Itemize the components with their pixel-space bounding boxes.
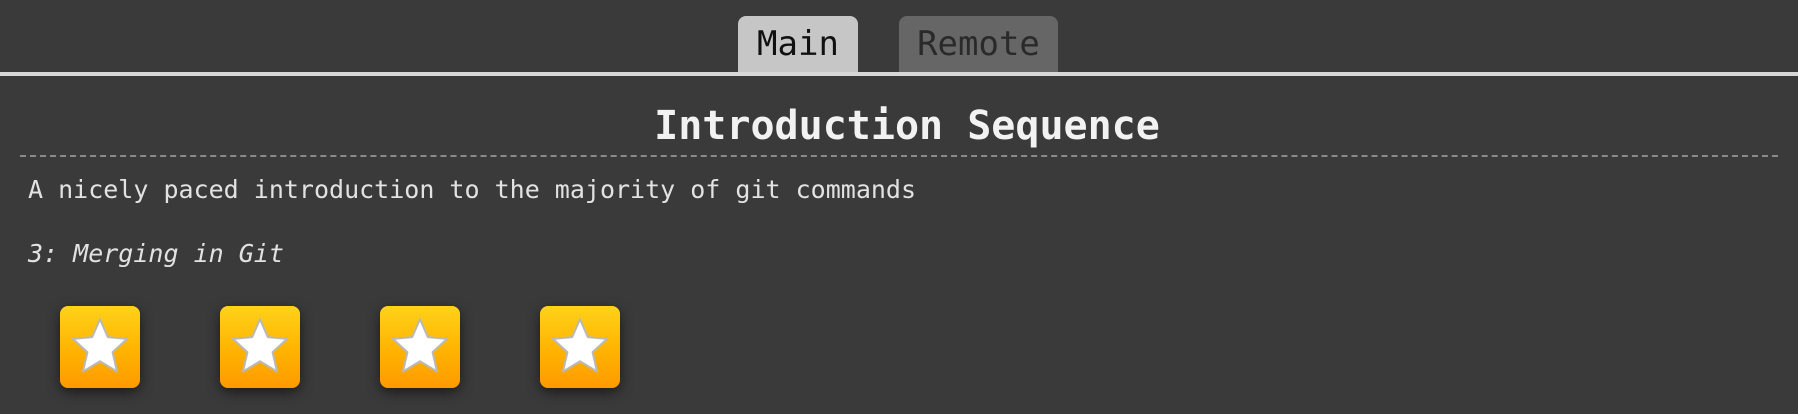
level-button-3[interactable] — [380, 306, 460, 388]
star-icon — [71, 318, 129, 373]
tab-bar: Main Remote — [0, 0, 1798, 72]
level-button-4[interactable] — [540, 306, 620, 388]
star-icon — [391, 318, 449, 373]
star-icon — [551, 318, 609, 373]
tab-main[interactable]: Main — [738, 16, 858, 72]
title-divider — [20, 155, 1778, 157]
level-button-1[interactable] — [60, 306, 140, 388]
git-level-selector: Main Remote Introduction Sequence A nice… — [0, 0, 1798, 414]
star-icon — [231, 318, 289, 373]
sequence-title: Introduction Sequence — [654, 103, 1160, 149]
sequence-description: A nicely paced introduction to the major… — [28, 175, 917, 204]
tab-divider — [0, 72, 1798, 76]
tab-remote[interactable]: Remote — [899, 16, 1058, 72]
current-level-label: 3: Merging in Git — [28, 239, 284, 268]
level-button-2[interactable] — [220, 306, 300, 388]
